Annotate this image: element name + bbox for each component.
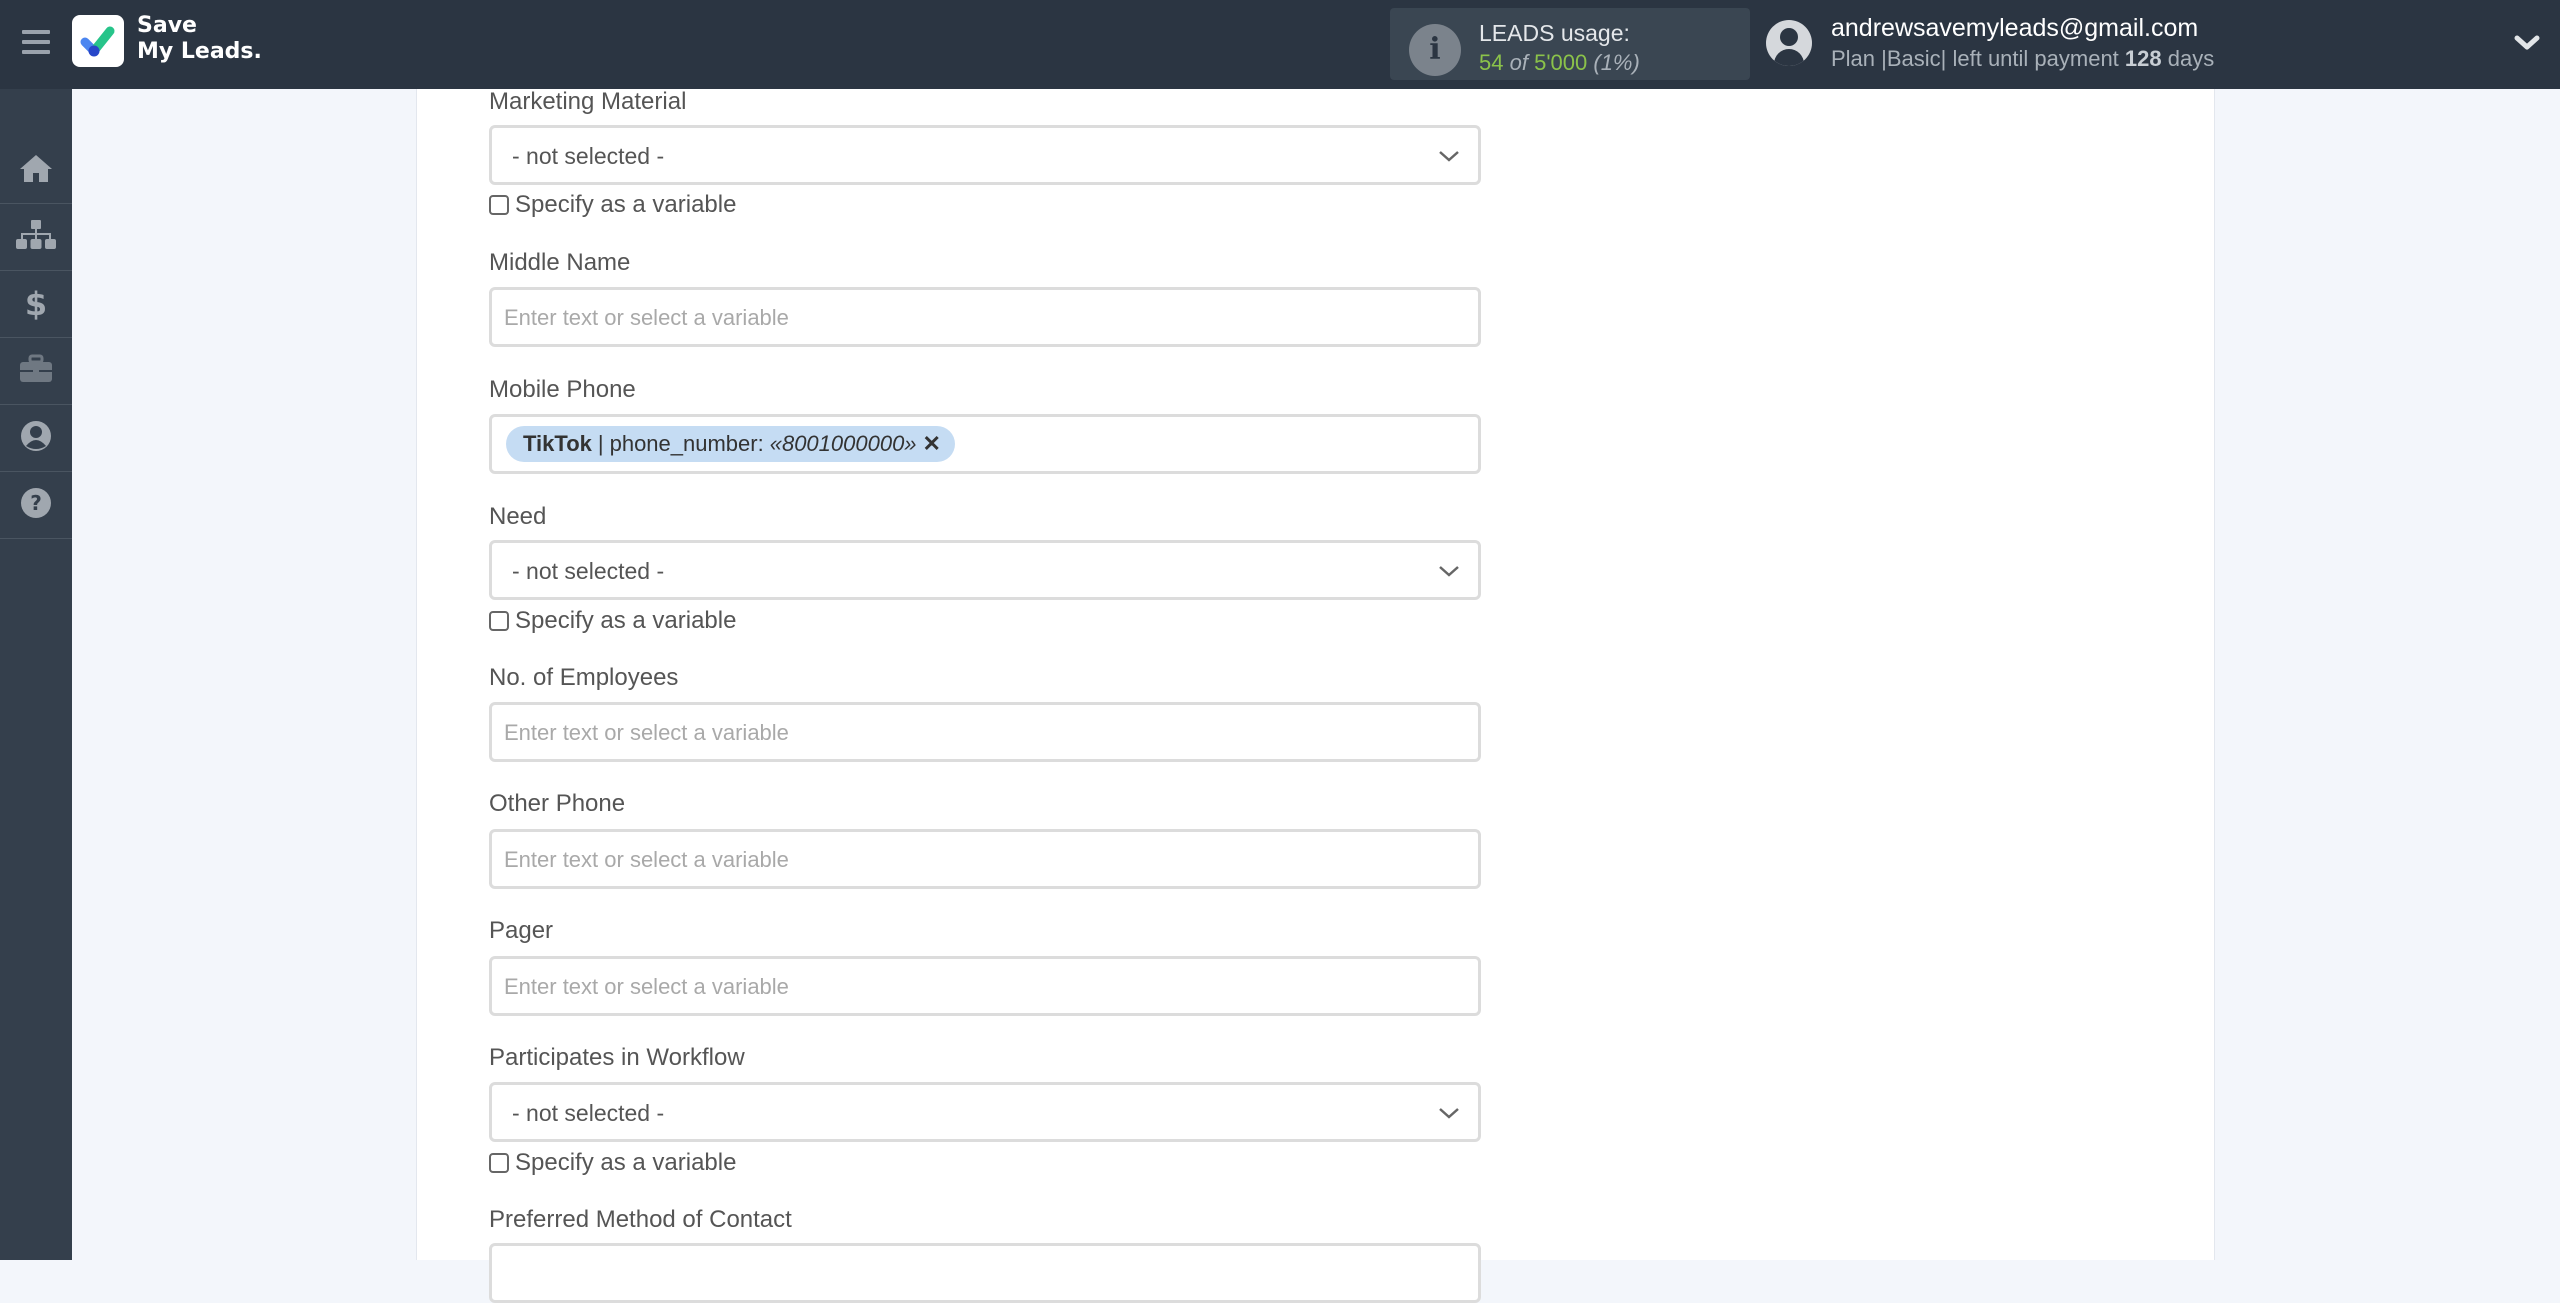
- plan-days: 128: [2124, 46, 2162, 71]
- pager-input[interactable]: Enter text or select a variable: [489, 956, 1481, 1016]
- other-phone-label: Other Phone: [489, 790, 626, 817]
- plan-text: Plan |Basic| left until payment: [1831, 46, 2119, 71]
- variable-tag[interactable]: TikTok | phone_number: «8001000000» ✕: [506, 426, 955, 462]
- brand-line-2: My Leads.: [137, 39, 262, 64]
- sidebar-item-account[interactable]: [0, 405, 72, 472]
- variable-checkbox-label: Specify as a variable: [515, 191, 737, 218]
- participates-in-workflow-select[interactable]: - not selected -: [489, 1082, 1481, 1142]
- tag-value: «8001000000»: [769, 431, 917, 456]
- preferred-method-of-contact-label: Preferred Method of Contact: [489, 1206, 792, 1233]
- info-icon: i: [1409, 24, 1461, 76]
- participates-in-workflow-variable-checkbox[interactable]: Specify as a variable: [489, 1149, 736, 1177]
- user-circle-icon: [20, 420, 52, 456]
- field-mapping-card: Marketing Material - not selected - Spec…: [416, 88, 2215, 1303]
- usage-used: 54: [1479, 50, 1504, 75]
- sidebar-item-home[interactable]: [0, 137, 72, 204]
- chevron-down-icon[interactable]: [2512, 30, 2542, 56]
- no-of-employees-input[interactable]: Enter text or select a variable: [489, 702, 1481, 762]
- plan-days-suffix: days: [2167, 46, 2215, 71]
- participates-in-workflow-value: - not selected -: [512, 1100, 665, 1126]
- brand-line-1: Save: [137, 13, 197, 38]
- sidebar-item-connections[interactable]: [0, 204, 72, 271]
- user-avatar-icon[interactable]: [1766, 20, 1812, 66]
- remove-tag-icon[interactable]: ✕: [923, 431, 941, 457]
- need-variable-checkbox[interactable]: Specify as a variable: [489, 607, 736, 635]
- question-circle-icon: ?: [20, 487, 52, 523]
- chevron-down-icon: [1438, 563, 1460, 577]
- need-label: Need: [489, 503, 547, 530]
- usage-percent: (1%): [1593, 50, 1640, 75]
- home-icon: [18, 152, 54, 188]
- middle-name-input[interactable]: Enter text or select a variable: [489, 287, 1481, 347]
- mobile-phone-label: Mobile Phone: [489, 376, 636, 403]
- marketing-material-value: - not selected -: [512, 143, 665, 169]
- logo-icon[interactable]: [72, 15, 124, 67]
- tag-separator: |: [597, 431, 604, 456]
- top-header: Save My Leads. i LEADS usage: 54 of 5'00…: [0, 0, 2560, 89]
- pager-placeholder: Enter text or select a variable: [504, 974, 789, 999]
- need-value: - not selected -: [512, 558, 665, 584]
- sidebar-item-billing[interactable]: $: [0, 271, 72, 338]
- middle-name-label: Middle Name: [489, 249, 631, 276]
- usage-of: of: [1509, 50, 1528, 75]
- dollar-icon: $: [24, 285, 48, 323]
- sidebar: $ ?: [0, 89, 72, 1260]
- leads-usage-panel: i LEADS usage: 54 of 5'000 (1%): [1390, 8, 1750, 80]
- no-of-employees-label: No. of Employees: [489, 664, 679, 691]
- checkbox-icon[interactable]: [489, 195, 509, 215]
- other-phone-placeholder: Enter text or select a variable: [504, 847, 789, 872]
- other-phone-input[interactable]: Enter text or select a variable: [489, 829, 1481, 889]
- brand-name[interactable]: Save My Leads.: [137, 13, 262, 65]
- menu-toggle-icon[interactable]: [22, 30, 50, 54]
- mobile-phone-input[interactable]: TikTok | phone_number: «8001000000» ✕: [489, 414, 1481, 474]
- sidebar-item-tools[interactable]: [0, 338, 72, 405]
- variable-checkbox-label: Specify as a variable: [515, 607, 737, 634]
- user-plan: Plan |Basic| left until payment 128 days: [1831, 46, 2214, 72]
- tag-source: TikTok: [523, 431, 592, 456]
- marketing-material-variable-checkbox[interactable]: Specify as a variable: [489, 191, 736, 219]
- marketing-material-label: Marketing Material: [489, 88, 687, 115]
- usage-title: LEADS usage:: [1479, 20, 1630, 46]
- sitemap-icon: [16, 219, 56, 255]
- usage-limit: 5'000: [1534, 50, 1588, 75]
- sidebar-item-help[interactable]: ?: [0, 472, 72, 539]
- checkbox-icon[interactable]: [489, 611, 509, 631]
- preferred-method-of-contact-select[interactable]: [489, 1243, 1481, 1303]
- usage-value: 54 of 5'000 (1%): [1479, 50, 1640, 76]
- chevron-down-icon: [1438, 1105, 1460, 1119]
- chevron-down-icon: [1438, 148, 1460, 162]
- briefcase-icon: [19, 354, 53, 388]
- variable-checkbox-label: Specify as a variable: [515, 1149, 737, 1176]
- no-of-employees-placeholder: Enter text or select a variable: [504, 720, 789, 745]
- tag-field: phone_number:: [609, 431, 764, 456]
- svg-text:?: ?: [30, 491, 42, 515]
- pager-label: Pager: [489, 917, 554, 944]
- user-email[interactable]: andrewsavemyleads@gmail.com: [1831, 14, 2198, 43]
- participates-in-workflow-label: Participates in Workflow: [489, 1044, 745, 1071]
- middle-name-placeholder: Enter text or select a variable: [504, 305, 789, 330]
- marketing-material-select[interactable]: - not selected -: [489, 125, 1481, 185]
- checkbox-icon[interactable]: [489, 1153, 509, 1173]
- need-select[interactable]: - not selected -: [489, 540, 1481, 600]
